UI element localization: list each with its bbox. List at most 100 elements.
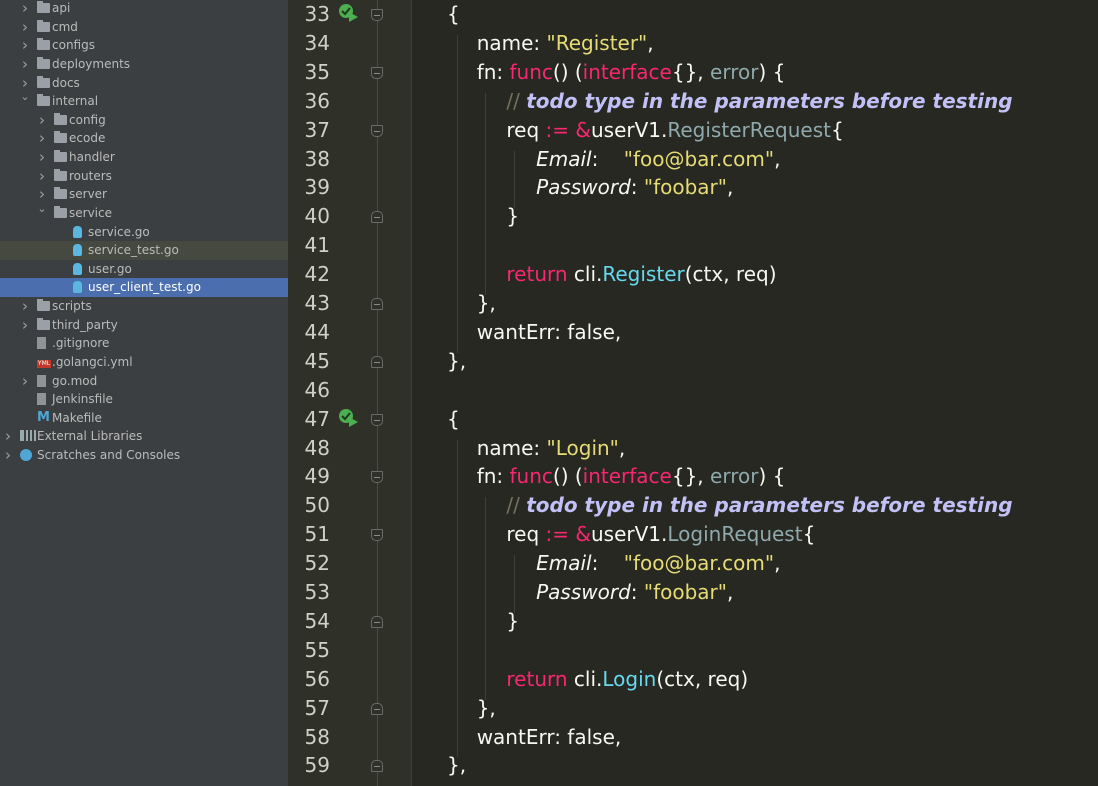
code-token: //	[506, 89, 526, 113]
fold-collapse-icon[interactable]	[371, 414, 383, 426]
tree-item-api[interactable]: ›api	[0, 0, 288, 18]
tree-item-jenkinsfile[interactable]: Jenkinsfile	[0, 390, 288, 409]
tree-item-configs[interactable]: ›configs	[0, 36, 288, 55]
code-token: Email	[536, 147, 592, 171]
tree-item-scratches-and-consoles[interactable]: ›Scratches and Consoles	[0, 446, 288, 465]
chevron-right-icon[interactable]: ›	[37, 148, 47, 167]
line-number: 52	[288, 549, 330, 578]
chevron-right-icon[interactable]: ›	[37, 129, 47, 148]
folder-icon	[37, 22, 50, 32]
tree-item-config[interactable]: ›config	[0, 111, 288, 130]
tree-item-scripts[interactable]: ›scripts	[0, 297, 288, 316]
tree-item-handler[interactable]: ›handler	[0, 148, 288, 167]
chevron-right-icon[interactable]: ›	[20, 0, 30, 18]
fold-collapse-icon[interactable]	[371, 67, 383, 79]
code-line: name: "Login",	[477, 434, 626, 463]
tree-item-third-party[interactable]: ›third_party	[0, 316, 288, 335]
code-token: cli.	[568, 667, 603, 691]
chevron-right-icon[interactable]: ›	[20, 55, 30, 74]
line-number: 47	[288, 405, 330, 434]
tree-item-go-mod[interactable]: › go.mod	[0, 372, 288, 391]
chevron-right-icon[interactable]: ›	[3, 427, 13, 446]
tree-item-label: External Libraries	[37, 427, 142, 446]
tree-item-user-go[interactable]: user.go	[0, 260, 288, 279]
code-token: "foobar"	[644, 580, 727, 604]
line-number: 51	[288, 520, 330, 549]
code-token: wantErr: false,	[477, 320, 622, 344]
indent-guide	[514, 151, 515, 209]
code-token: interface	[583, 464, 672, 488]
fold-end-icon[interactable]	[371, 760, 383, 772]
tree-item-label: docs	[52, 74, 80, 93]
code-token: fn:	[477, 60, 510, 84]
chevron-right-icon[interactable]: ›	[3, 446, 13, 465]
tree-item-label: Makefile	[52, 409, 102, 428]
run-test-icon[interactable]	[338, 3, 358, 23]
tree-item-external-libraries[interactable]: › External Libraries	[0, 427, 288, 446]
fold-end-icon[interactable]	[371, 703, 383, 715]
fold-collapse-icon[interactable]	[371, 9, 383, 21]
line-number: 58	[288, 723, 330, 752]
code-token: {	[803, 522, 816, 546]
tree-item-user-client-test-go[interactable]: user_client_test.go	[0, 278, 288, 297]
fold-collapse-icon[interactable]	[371, 471, 383, 483]
chevron-right-icon[interactable]: ›	[37, 111, 47, 130]
code-token: return	[506, 667, 567, 691]
tree-item-makefile[interactable]: MMakefile	[0, 409, 288, 428]
tree-item--golangci-yml[interactable]: YML.golangci.yml	[0, 353, 288, 372]
tree-item-label: go.mod	[52, 372, 97, 391]
fold-collapse-icon[interactable]	[371, 529, 383, 541]
line-number: 35	[288, 58, 330, 87]
text-file-icon	[37, 375, 46, 387]
tree-item--gitignore[interactable]: .gitignore	[0, 334, 288, 353]
code-token: &	[569, 118, 591, 142]
chevron-right-icon[interactable]: ›	[20, 316, 30, 335]
tree-item-label: user_client_test.go	[88, 278, 201, 297]
fold-end-icon[interactable]	[371, 616, 383, 628]
run-test-icon[interactable]	[338, 408, 358, 428]
code-token: RegisterRequest	[667, 118, 831, 142]
tree-item-internal[interactable]: ⌄internal	[0, 92, 288, 111]
code-line: {	[447, 0, 460, 29]
folder-icon	[54, 152, 67, 162]
line-number: 42	[288, 260, 330, 289]
fold-collapse-icon[interactable]	[371, 125, 383, 137]
chevron-right-icon[interactable]: ›	[20, 36, 30, 55]
tree-item-cmd[interactable]: ›cmd	[0, 18, 288, 37]
fold-end-icon[interactable]	[371, 211, 383, 223]
go-file-icon	[73, 226, 82, 238]
chevron-right-icon[interactable]: ›	[20, 372, 30, 391]
tree-item-docs[interactable]: ›docs	[0, 74, 288, 93]
chevron-right-icon[interactable]: ›	[20, 18, 30, 37]
folder-icon	[54, 115, 67, 125]
project-tree-panel: ›api›cmd›configs›deployments›docs⌄intern…	[0, 0, 288, 786]
tree-item-routers[interactable]: ›routers	[0, 167, 288, 186]
tree-item-service-go[interactable]: service.go	[0, 223, 288, 242]
tree-item-deployments[interactable]: › deployments	[0, 55, 288, 74]
tree-item-service-test-go[interactable]: service_test.go	[0, 241, 288, 260]
code-token: :	[631, 580, 644, 604]
code-token: func	[510, 60, 553, 84]
code-token: ) {	[758, 464, 785, 488]
chevron-down-icon[interactable]: ⌄	[37, 200, 47, 219]
code-line: wantErr: false,	[477, 723, 622, 752]
line-number: 50	[288, 491, 330, 520]
tree-item-service[interactable]: ⌄service	[0, 204, 288, 223]
code-token: :	[592, 147, 624, 171]
code-token: }	[506, 204, 519, 228]
code-token: {},	[672, 464, 710, 488]
folder-icon	[37, 78, 50, 88]
chevron-right-icon[interactable]: ›	[37, 167, 47, 186]
line-number: 54	[288, 607, 330, 636]
chevron-down-icon[interactable]: ⌄	[20, 88, 30, 107]
chevron-right-icon[interactable]: ›	[20, 297, 30, 316]
fold-end-icon[interactable]	[371, 298, 383, 310]
code-line: },	[447, 347, 466, 376]
fold-end-icon[interactable]	[371, 356, 383, 368]
tree-item-ecode[interactable]: ›ecode	[0, 129, 288, 148]
code-token: "foobar"	[644, 175, 727, 199]
code-token: :	[592, 551, 624, 575]
tree-item-label: deployments	[52, 55, 130, 74]
indent-guide	[457, 35, 458, 353]
tree-item-label: internal	[52, 92, 98, 111]
